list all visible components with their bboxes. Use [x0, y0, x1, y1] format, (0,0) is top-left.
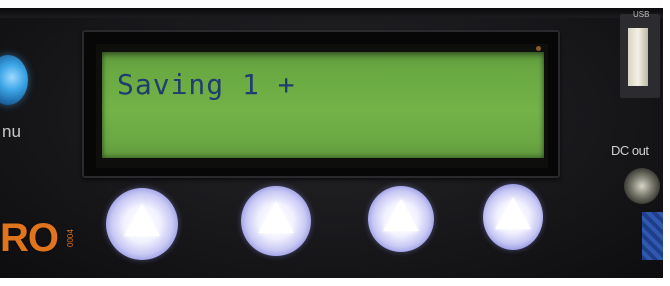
brand-model: 0004 — [66, 229, 75, 247]
brand-logo: RO — [0, 216, 59, 260]
device-photo: nu RO 0004 Saving 1 + USB DC out — [0, 0, 670, 286]
usb-label: USB — [633, 10, 650, 19]
lcd-status-text: Saving 1 + — [117, 68, 296, 101]
button-1[interactable] — [106, 188, 178, 260]
dc-out-label: DC out — [611, 143, 649, 158]
up-arrow-icon — [258, 201, 294, 234]
photo-border-right — [663, 0, 670, 286]
up-arrow-icon — [383, 199, 419, 232]
button-4[interactable] — [483, 184, 543, 250]
label-sticker — [642, 212, 664, 260]
button-2[interactable] — [241, 186, 311, 256]
status-led — [536, 46, 541, 51]
photo-border-top — [0, 0, 670, 8]
button-3[interactable] — [368, 186, 434, 252]
photo-border-bottom — [0, 278, 670, 286]
menu-label: nu — [2, 122, 21, 141]
up-arrow-icon — [495, 197, 531, 230]
up-arrow-icon — [124, 204, 160, 237]
panel-top-edge — [0, 8, 663, 18]
usb-connector — [628, 28, 648, 86]
dc-out-jack[interactable] — [624, 168, 660, 204]
